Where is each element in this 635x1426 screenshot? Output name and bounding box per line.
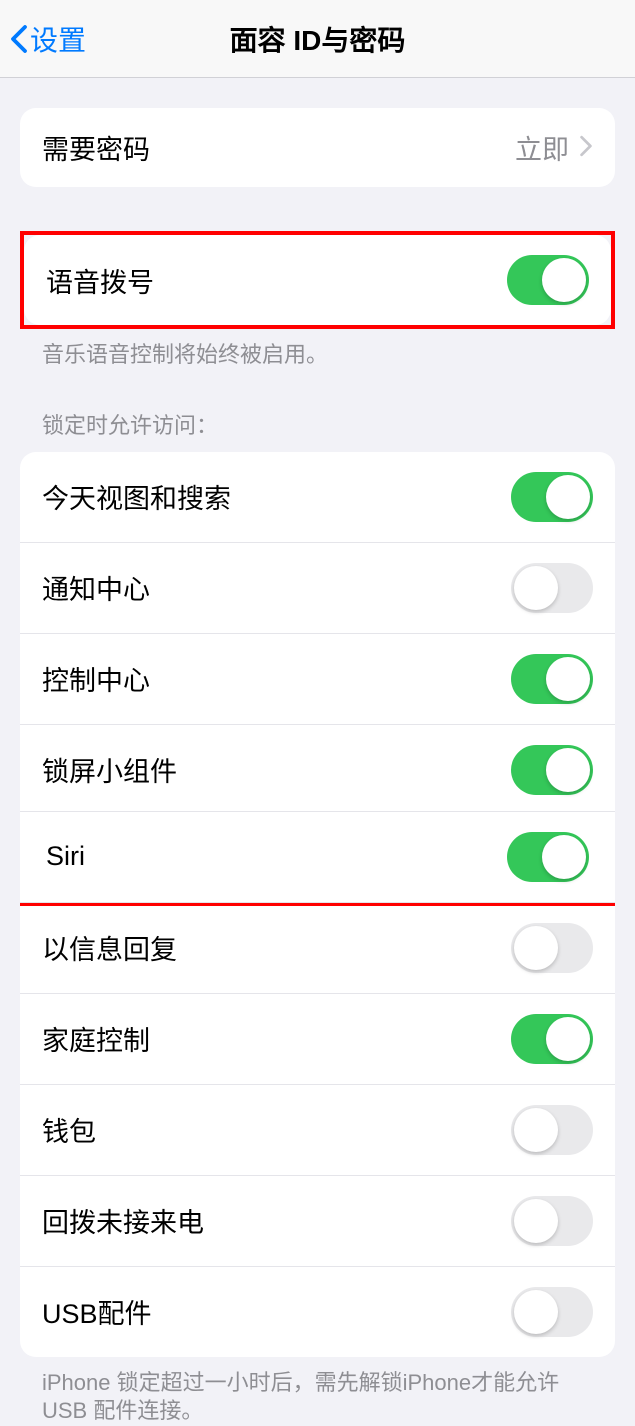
lock-access-label: 回拨未接来电 — [42, 1201, 204, 1240]
lock-access-label: 控制中心 — [42, 659, 150, 698]
voice-dial-footer: 音乐语音控制将始终被启用。 — [20, 329, 615, 370]
lock-access-toggle[interactable] — [507, 832, 589, 882]
lock-access-header: 锁定时允许访问： — [20, 370, 615, 452]
lock-access-toggle[interactable] — [511, 563, 593, 613]
lock-access-toggle[interactable] — [511, 923, 593, 973]
lock-access-group: 今天视图和搜索通知中心控制中心锁屏小组件 Siri 以信息回复家庭控制钱包回拨未接来… — [20, 452, 615, 1357]
lock-access-row: 钱包 — [20, 1084, 615, 1175]
lock-access-label: 通知中心 — [42, 568, 150, 607]
chevron-right-icon — [579, 133, 593, 163]
lock-access-toggle[interactable] — [511, 1105, 593, 1155]
back-label: 设置 — [30, 19, 86, 59]
lock-access-row: USB配件 — [20, 1266, 615, 1357]
lock-access-row: 控制中心 — [20, 633, 615, 724]
lock-access-label: 以信息回复 — [42, 928, 177, 967]
lock-access-label: USB配件 — [42, 1292, 152, 1331]
lock-access-row: 通知中心 — [20, 542, 615, 633]
lock-access-row: 回拨未接来电 — [20, 1175, 615, 1266]
lock-access-label: 钱包 — [42, 1110, 96, 1149]
require-passcode-value: 立即 — [515, 128, 569, 167]
lock-access-label: Siri — [46, 841, 85, 872]
siri-row-highlight: Siri — [20, 811, 615, 906]
voice-dial-toggle[interactable] — [507, 255, 589, 305]
lock-access-row: 锁屏小组件 — [20, 724, 615, 815]
lock-access-row: 以信息回复 — [20, 902, 615, 993]
lock-access-toggle[interactable] — [511, 472, 593, 522]
page-title: 面容 ID与密码 — [230, 19, 406, 59]
chevron-left-icon — [10, 24, 28, 54]
lock-access-label: 锁屏小组件 — [42, 750, 177, 789]
lock-access-label: 今天视图和搜索 — [42, 477, 231, 516]
lock-access-toggle[interactable] — [511, 1014, 593, 1064]
voice-dial-row: 语音拨号 — [24, 235, 611, 325]
require-passcode-row[interactable]: 需要密码 立即 — [20, 108, 615, 187]
lock-access-toggle[interactable] — [511, 745, 593, 795]
lock-access-row: 今天视图和搜索 — [20, 452, 615, 542]
require-passcode-label: 需要密码 — [42, 128, 150, 167]
lock-access-footer: iPhone 锁定超过一小时后，需先解锁iPhone才能允许USB 配件连接。 — [20, 1357, 615, 1426]
require-passcode-group: 需要密码 立即 — [20, 108, 615, 187]
nav-bar: 设置 面容 ID与密码 — [0, 0, 635, 78]
voice-dial-highlight: 语音拨号 — [20, 231, 615, 329]
back-button[interactable]: 设置 — [10, 19, 86, 59]
lock-access-toggle[interactable] — [511, 654, 593, 704]
lock-access-row: 家庭控制 — [20, 993, 615, 1084]
lock-access-toggle[interactable] — [511, 1196, 593, 1246]
voice-dial-label: 语音拨号 — [46, 261, 154, 300]
lock-access-toggle[interactable] — [511, 1287, 593, 1337]
lock-access-label: 家庭控制 — [42, 1019, 150, 1058]
